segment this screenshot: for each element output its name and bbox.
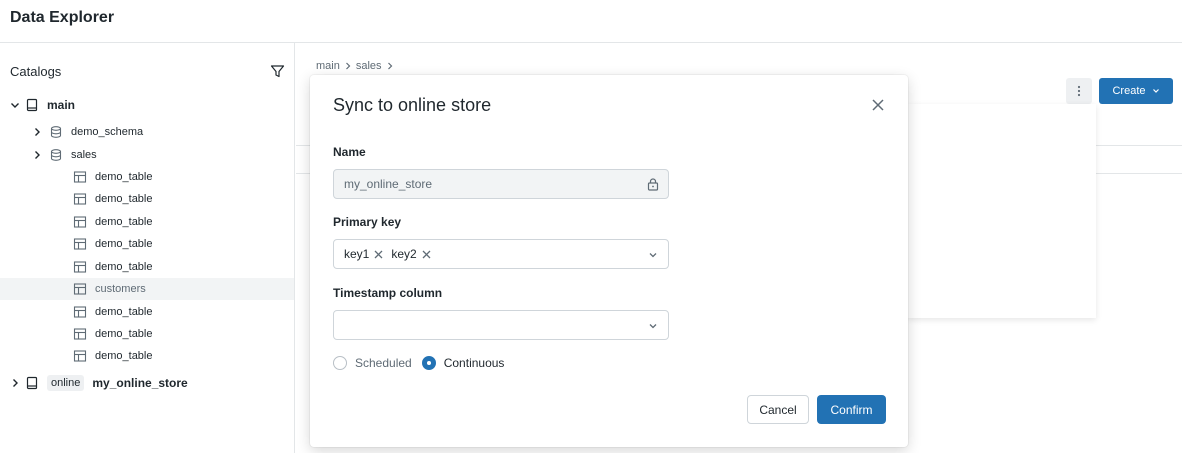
chevron-down-icon <box>648 321 658 331</box>
table-icon <box>73 349 87 363</box>
tree-node-table[interactable]: demo_table <box>0 301 294 323</box>
tree-node-table[interactable]: demo_table <box>0 233 294 255</box>
tree-label-table: demo_table <box>95 216 153 228</box>
table-icon <box>73 260 87 274</box>
primary-key-select[interactable]: key1 key2 <box>333 239 669 269</box>
tree-label-table: demo_table <box>95 193 153 205</box>
radio-continuous[interactable]: Continuous <box>421 356 505 370</box>
name-value: my_online_store <box>344 177 433 191</box>
dialog-title: Sync to online store <box>333 95 492 115</box>
radio-button-selected[interactable] <box>421 356 436 370</box>
online-tag: online <box>47 375 85 391</box>
create-button-label: Create <box>1112 85 1146 97</box>
confirm-button[interactable]: Confirm <box>817 395 886 424</box>
tree-node-table[interactable]: demo_table <box>0 166 294 188</box>
create-button[interactable]: Create <box>1099 78 1173 104</box>
tree-label-table: demo_table <box>95 171 153 183</box>
key-chip: key1 <box>344 247 383 261</box>
table-icon <box>73 327 87 341</box>
sync-mode-radio-group: Scheduled Continuous <box>333 356 514 370</box>
sync-online-store-dialog: Sync to online store Name my_online_stor… <box>310 75 908 447</box>
key-chip: key2 <box>391 247 431 261</box>
tree-node-table[interactable]: demo_table <box>0 211 294 233</box>
tree-node-table[interactable]: demo_table <box>0 323 294 345</box>
tree-node-main[interactable]: main <box>0 94 294 116</box>
chevron-right-icon[interactable] <box>31 126 43 138</box>
database-icon <box>49 148 63 162</box>
tree-node-table[interactable]: demo_table <box>0 345 294 367</box>
catalogs-heading: Catalogs <box>10 64 62 79</box>
table-icon <box>73 305 87 319</box>
catalog-icon <box>25 376 39 390</box>
tree-node-customers-selected[interactable]: customers <box>0 278 294 300</box>
timestamp-select[interactable] <box>333 310 669 340</box>
key-chip-label: key1 <box>344 247 370 261</box>
tree-label-main: main <box>47 98 76 112</box>
tree-label-online-store: my_online_store <box>92 376 188 390</box>
chevron-right-icon <box>344 62 352 70</box>
chevron-down-icon <box>1152 87 1160 95</box>
tree-node-online-store[interactable]: online my_online_store <box>0 372 294 394</box>
table-icon <box>73 170 87 184</box>
more-options-button[interactable] <box>1066 78 1092 104</box>
catalog-icon <box>25 98 39 112</box>
background-dropdown-panel <box>908 104 1096 318</box>
chevron-down-icon[interactable] <box>9 99 21 111</box>
tree-label-table: demo_table <box>95 306 153 318</box>
tree-node-table[interactable]: demo_table <box>0 256 294 278</box>
table-icon <box>73 282 87 296</box>
lock-icon <box>646 177 660 191</box>
tree-node-demo-schema[interactable]: demo_schema <box>0 121 294 143</box>
remove-icon[interactable] <box>374 250 383 259</box>
remove-icon[interactable] <box>422 250 431 259</box>
tree-label-table: demo_table <box>95 261 153 273</box>
top-header: Data Explorer <box>0 0 1182 43</box>
radio-label: Continuous <box>443 356 505 370</box>
close-icon[interactable] <box>871 98 885 112</box>
chevron-down-icon <box>648 250 658 260</box>
radio-label: Scheduled <box>355 356 412 370</box>
breadcrumb-item-main[interactable]: main <box>316 60 340 72</box>
timestamp-label: Timestamp column <box>333 286 443 300</box>
tree-label-table: customers <box>95 283 146 295</box>
tree-label-table: demo_table <box>95 238 153 250</box>
filter-icon[interactable] <box>270 64 285 79</box>
chevron-right-icon[interactable] <box>9 377 21 389</box>
chevron-right-icon[interactable] <box>31 149 43 161</box>
tree-node-table[interactable]: demo_table <box>0 188 294 210</box>
table-icon <box>73 237 87 251</box>
kebab-icon <box>1077 85 1081 97</box>
tree-label-sales: sales <box>71 149 97 161</box>
table-icon <box>73 215 87 229</box>
chevron-right-icon <box>386 62 394 70</box>
cancel-button[interactable]: Cancel <box>747 395 809 424</box>
key-chip-label: key2 <box>391 247 417 261</box>
breadcrumb-item-sales[interactable]: sales <box>356 60 382 72</box>
primary-key-label: Primary key <box>333 215 402 229</box>
tree-label-demo-schema: demo_schema <box>71 126 144 138</box>
name-label: Name <box>333 145 366 159</box>
database-icon <box>49 125 63 139</box>
radio-scheduled[interactable]: Scheduled <box>333 356 412 370</box>
tree-node-sales[interactable]: sales <box>0 144 294 166</box>
breadcrumb: main sales <box>316 60 394 72</box>
table-icon <box>73 192 87 206</box>
catalog-sidebar: Catalogs main demo_schema sales demo_tab… <box>0 43 295 453</box>
name-field: my_online_store <box>333 169 669 199</box>
tree-label-table: demo_table <box>95 350 153 362</box>
radio-button[interactable] <box>333 356 347 370</box>
tree-label-table: demo_table <box>95 328 153 340</box>
app-title: Data Explorer <box>10 9 115 26</box>
